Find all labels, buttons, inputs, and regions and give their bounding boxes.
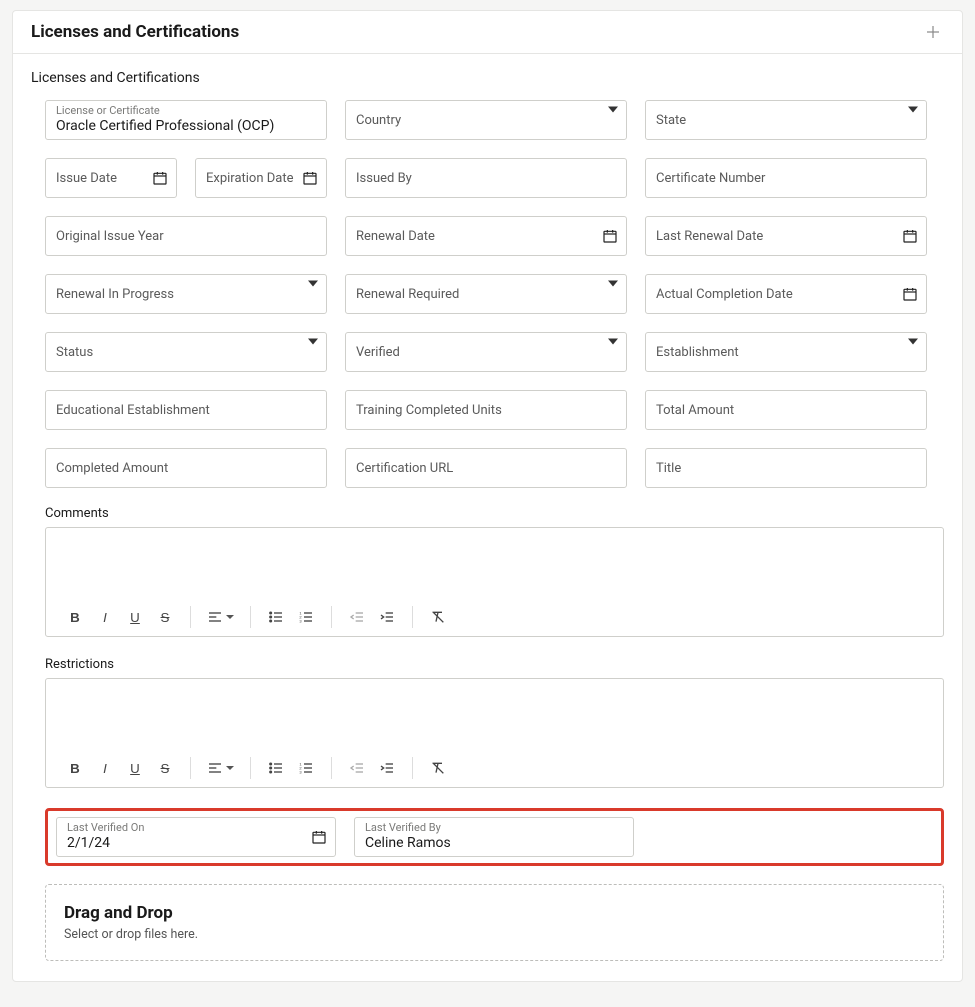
issue-date-field[interactable]: Issue Date bbox=[45, 158, 177, 198]
indent-button[interactable] bbox=[374, 604, 400, 630]
completed-amount-field[interactable]: Completed Amount bbox=[45, 448, 327, 488]
verification-highlight: Last Verified On 2/1/24 Last Verified By… bbox=[45, 808, 944, 866]
calendar-icon bbox=[302, 170, 318, 186]
establishment-select[interactable]: Establishment bbox=[645, 332, 927, 372]
bullet-list-icon bbox=[268, 609, 284, 625]
outdent-button[interactable] bbox=[344, 604, 370, 630]
comments-textarea[interactable] bbox=[46, 528, 943, 598]
underline-button[interactable]: U bbox=[122, 755, 148, 781]
outdent-button[interactable] bbox=[344, 755, 370, 781]
clear-format-icon bbox=[430, 609, 446, 625]
indent-button[interactable] bbox=[374, 755, 400, 781]
last-verified-by-field[interactable]: Last Verified By Celine Ramos bbox=[354, 817, 634, 857]
add-button[interactable] bbox=[922, 21, 944, 43]
renewal-required-select[interactable]: Renewal Required bbox=[345, 274, 627, 314]
calendar-icon bbox=[311, 829, 327, 845]
dropzone-title: Drag and Drop bbox=[64, 903, 925, 923]
verified-select[interactable]: Verified bbox=[345, 332, 627, 372]
licenses-card: Licenses and Certifications Licenses and… bbox=[12, 10, 963, 982]
chevron-down-icon bbox=[226, 615, 234, 619]
comments-toolbar: B I U S 123 bbox=[46, 598, 943, 636]
last-verified-on-field[interactable]: Last Verified On 2/1/24 bbox=[56, 817, 336, 857]
calendar-icon bbox=[902, 286, 918, 302]
strike-button[interactable]: S bbox=[152, 604, 178, 630]
chevron-down-icon bbox=[908, 345, 918, 360]
certificate-number-field[interactable]: Certificate Number bbox=[645, 158, 927, 198]
bullet-list-button[interactable] bbox=[263, 604, 289, 630]
outdent-icon bbox=[349, 760, 365, 776]
field-label: License or Certificate bbox=[56, 105, 160, 117]
issued-by-field[interactable]: Issued By bbox=[345, 158, 627, 198]
number-list-button[interactable]: 123 bbox=[293, 604, 319, 630]
bullet-list-icon bbox=[268, 760, 284, 776]
title-field[interactable]: Title bbox=[645, 448, 927, 488]
clear-format-button[interactable] bbox=[425, 755, 451, 781]
chevron-down-icon bbox=[608, 345, 618, 360]
sub-section-title: Licenses and Certifications bbox=[31, 70, 944, 86]
strike-button[interactable]: S bbox=[152, 755, 178, 781]
underline-button[interactable]: U bbox=[122, 604, 148, 630]
number-list-icon: 123 bbox=[298, 760, 314, 776]
dropzone-subtitle: Select or drop files here. bbox=[64, 927, 925, 942]
comments-editor[interactable]: B I U S 123 bbox=[45, 527, 944, 637]
field-value: Oracle Certified Professional (OCP) bbox=[56, 118, 274, 135]
training-completed-units-field[interactable]: Training Completed Units bbox=[345, 390, 627, 430]
number-list-icon: 123 bbox=[298, 609, 314, 625]
card-header: Licenses and Certifications bbox=[13, 11, 962, 54]
indent-icon bbox=[379, 609, 395, 625]
bullet-list-button[interactable] bbox=[263, 755, 289, 781]
chevron-down-icon bbox=[226, 766, 234, 770]
chevron-down-icon bbox=[608, 113, 618, 128]
align-left-icon bbox=[207, 760, 223, 776]
attachment-dropzone[interactable]: Drag and Drop Select or drop files here. bbox=[45, 884, 944, 961]
bold-button[interactable]: B bbox=[62, 604, 88, 630]
actual-completion-date-field[interactable]: Actual Completion Date bbox=[645, 274, 927, 314]
total-amount-field[interactable]: Total Amount bbox=[645, 390, 927, 430]
restrictions-label: Restrictions bbox=[45, 657, 944, 672]
chevron-down-icon bbox=[908, 113, 918, 128]
chevron-down-icon bbox=[308, 287, 318, 302]
original-issue-year-field[interactable]: Original Issue Year bbox=[45, 216, 327, 256]
number-list-button[interactable]: 123 bbox=[293, 755, 319, 781]
clear-format-button[interactable] bbox=[425, 604, 451, 630]
plus-icon bbox=[924, 23, 942, 41]
chevron-down-icon bbox=[608, 287, 618, 302]
italic-button[interactable]: I bbox=[92, 604, 118, 630]
clear-format-icon bbox=[430, 760, 446, 776]
italic-button[interactable]: I bbox=[92, 755, 118, 781]
restrictions-editor[interactable]: B I U S 123 bbox=[45, 678, 944, 788]
restrictions-toolbar: B I U S 123 bbox=[46, 749, 943, 787]
renewal-date-field[interactable]: Renewal Date bbox=[345, 216, 627, 256]
comments-label: Comments bbox=[45, 506, 944, 521]
chevron-down-icon bbox=[308, 345, 318, 360]
status-select[interactable]: Status bbox=[45, 332, 327, 372]
sub-section: Licenses and Certifications License or C… bbox=[13, 54, 962, 981]
certification-url-field[interactable]: Certification URL bbox=[345, 448, 627, 488]
indent-icon bbox=[379, 760, 395, 776]
renewal-in-progress-select[interactable]: Renewal In Progress bbox=[45, 274, 327, 314]
country-select[interactable]: Country bbox=[345, 100, 627, 140]
state-select[interactable]: State bbox=[645, 100, 927, 140]
calendar-icon bbox=[602, 228, 618, 244]
align-button[interactable] bbox=[203, 604, 238, 630]
license-certificate-field[interactable]: License or Certificate Oracle Certified … bbox=[45, 100, 327, 140]
calendar-icon bbox=[902, 228, 918, 244]
bold-button[interactable]: B bbox=[62, 755, 88, 781]
restrictions-textarea[interactable] bbox=[46, 679, 943, 749]
align-left-icon bbox=[207, 609, 223, 625]
last-renewal-date-field[interactable]: Last Renewal Date bbox=[645, 216, 927, 256]
card-title: Licenses and Certifications bbox=[31, 22, 239, 42]
expiration-date-field[interactable]: Expiration Date bbox=[195, 158, 327, 198]
align-button[interactable] bbox=[203, 755, 238, 781]
svg-text:3: 3 bbox=[299, 769, 302, 774]
svg-text:3: 3 bbox=[299, 618, 302, 623]
outdent-icon bbox=[349, 609, 365, 625]
form-area: License or Certificate Oracle Certified … bbox=[31, 100, 944, 981]
calendar-icon bbox=[152, 170, 168, 186]
educational-establishment-field[interactable]: Educational Establishment bbox=[45, 390, 327, 430]
